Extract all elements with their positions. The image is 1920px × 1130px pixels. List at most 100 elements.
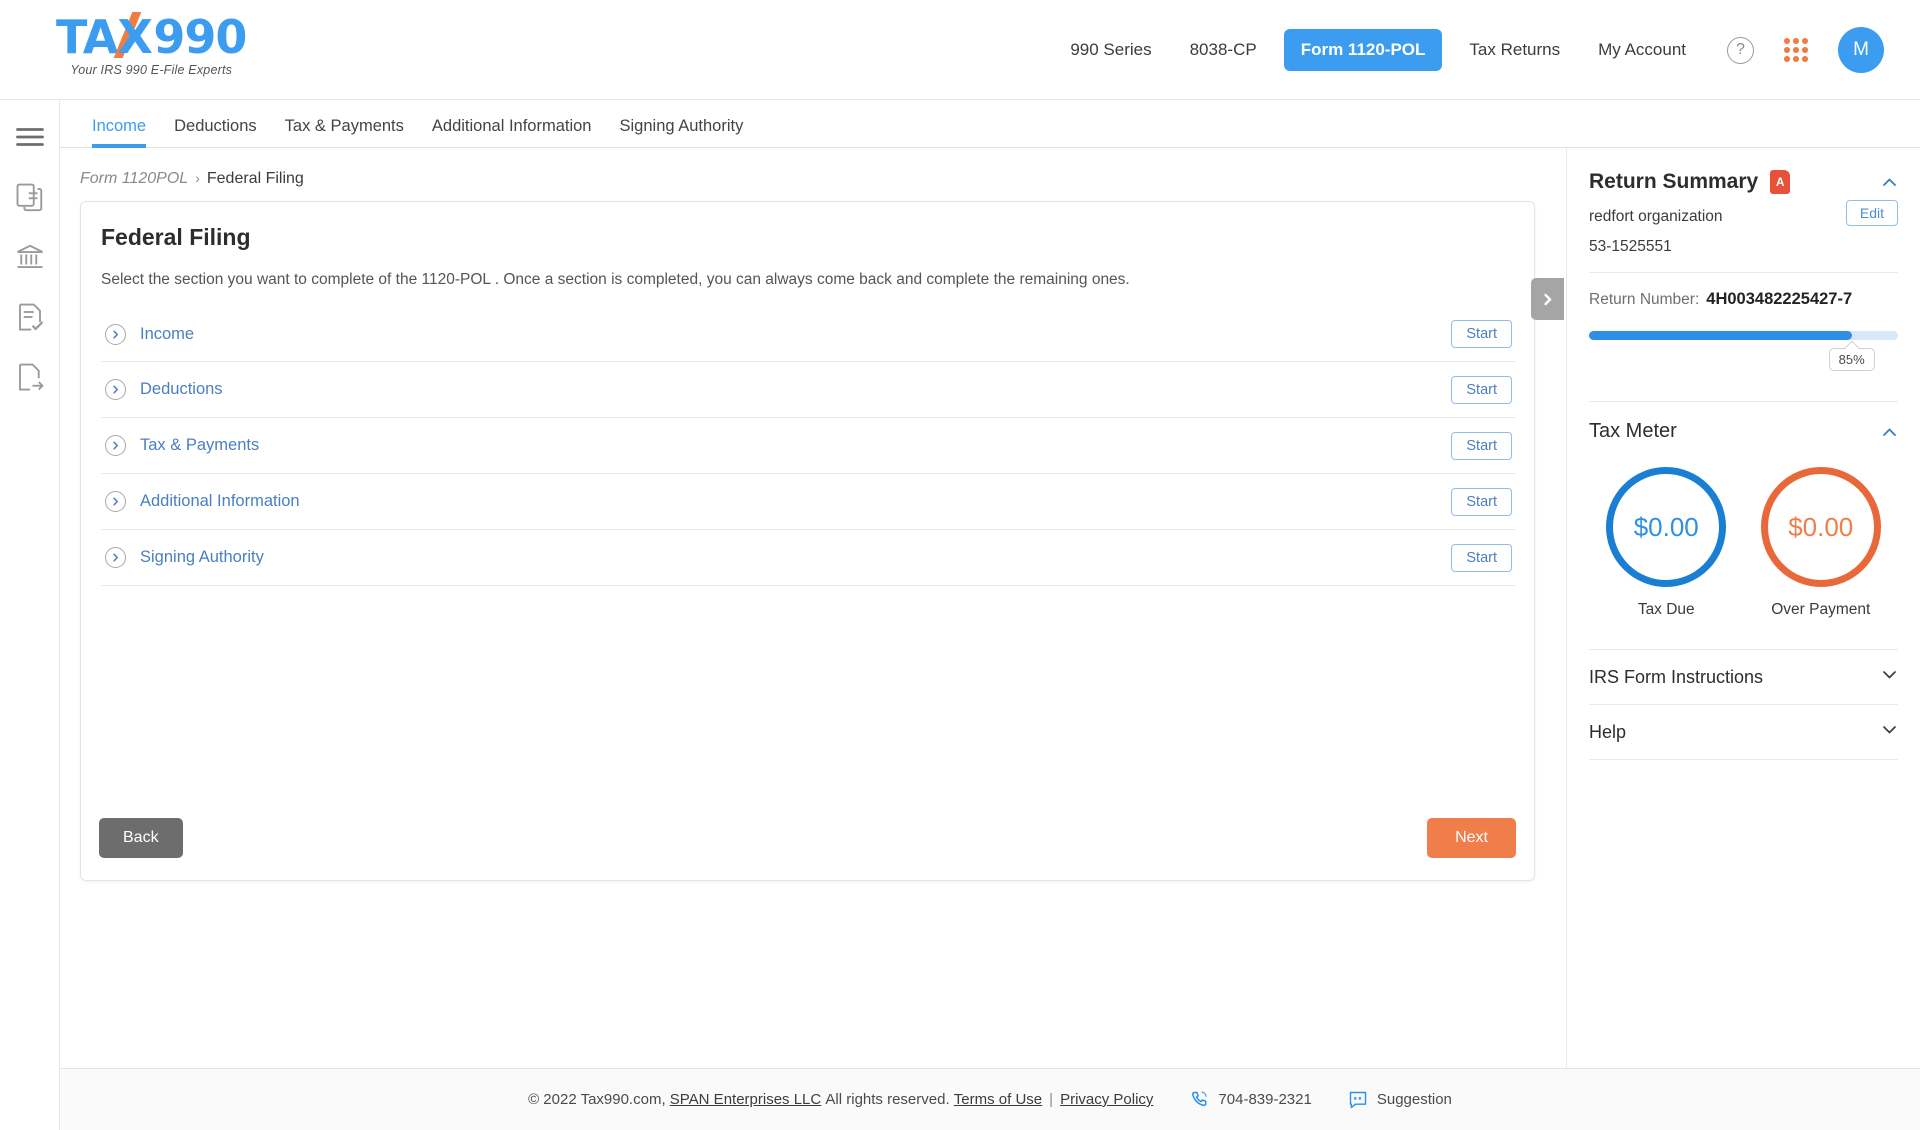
chevron-down-icon[interactable] bbox=[1881, 666, 1898, 688]
pdf-file-icon[interactable]: A bbox=[1770, 170, 1791, 194]
start-button[interactable]: Start bbox=[1451, 543, 1512, 572]
tax-due-label: Tax Due bbox=[1637, 601, 1695, 618]
footer-company-link[interactable]: SPAN Enterprises LLC bbox=[670, 1091, 821, 1108]
logo-text-b: 990 bbox=[153, 10, 247, 64]
return-number-value: 4H003482225427-7 bbox=[1706, 290, 1853, 308]
breadcrumb-current: Federal Filing bbox=[206, 170, 304, 187]
topnav-item-form-1120-pol[interactable]: Form 1120-POL bbox=[1283, 29, 1443, 71]
top-navigation: 990 Series 8038-CP Form 1120-POL Tax Ret… bbox=[1051, 0, 1884, 100]
breadcrumb-separator-icon: › bbox=[195, 170, 200, 186]
panel-accordions: IRS Form Instructions Help bbox=[1589, 649, 1898, 760]
return-summary-header: Return Summary A Edit bbox=[1589, 148, 1898, 226]
accordion-label: IRS Form Instructions bbox=[1589, 666, 1764, 687]
next-button[interactable]: Next bbox=[1427, 818, 1516, 858]
chevron-down-icon[interactable] bbox=[1881, 721, 1898, 743]
meter-tax-due: $0.00 Tax Due bbox=[1606, 467, 1727, 619]
federal-filing-card: Federal Filing Select the section you wa… bbox=[80, 201, 1535, 881]
grid-apps-icon[interactable] bbox=[1784, 38, 1808, 62]
breadcrumb-previous[interactable]: Form 1120POL bbox=[80, 170, 188, 187]
return-number-row: Return Number: 4H003482225427-7 bbox=[1589, 290, 1898, 309]
progress-fill bbox=[1589, 331, 1852, 340]
over-payment-ring: $0.00 bbox=[1760, 467, 1881, 587]
tax990-logo[interactable]: TA X 990 Your IRS 990 E-File Experts bbox=[56, 10, 247, 77]
chevron-right-circle-icon[interactable] bbox=[105, 379, 126, 400]
section-row-additional-information[interactable]: Additional Information Start bbox=[101, 474, 1516, 530]
footer-phone-number: 704-839-2321 bbox=[1218, 1091, 1312, 1108]
section-label[interactable]: Deductions bbox=[140, 380, 1451, 399]
footer-privacy-link[interactable]: Privacy Policy bbox=[1060, 1091, 1153, 1108]
section-list: Income Start Deductions Start Tax & Paym… bbox=[101, 306, 1516, 586]
chevron-right-circle-icon[interactable] bbox=[105, 547, 126, 568]
start-button[interactable]: Start bbox=[1451, 375, 1512, 404]
chevron-right-circle-icon[interactable] bbox=[105, 491, 126, 512]
meter-over-payment: $0.00 Over Payment bbox=[1760, 467, 1881, 619]
section-row-tax-and-payments[interactable]: Tax & Payments Start bbox=[101, 418, 1516, 474]
panel-collapse-handle[interactable] bbox=[1531, 278, 1564, 320]
tab-income[interactable]: Income bbox=[78, 117, 160, 148]
over-payment-label: Over Payment bbox=[1771, 601, 1871, 618]
chevron-up-icon[interactable] bbox=[1881, 424, 1898, 446]
section-row-deductions[interactable]: Deductions Start bbox=[101, 362, 1516, 418]
section-label[interactable]: Signing Authority bbox=[140, 548, 1451, 567]
footer-phone[interactable]: 704-839-2321 bbox=[1189, 1090, 1312, 1110]
documents-icon[interactable] bbox=[15, 182, 45, 212]
section-row-signing-authority[interactable]: Signing Authority Start bbox=[101, 530, 1516, 586]
section-label[interactable]: Income bbox=[140, 325, 1451, 344]
topnav-item-990-series[interactable]: 990 Series bbox=[1051, 40, 1170, 60]
section-row-income[interactable]: Income Start bbox=[101, 306, 1516, 362]
tax-meter-gauges: $0.00 Tax Due $0.00 Over Payment bbox=[1589, 467, 1898, 619]
tab-additional-information[interactable]: Additional Information bbox=[418, 117, 606, 147]
right-summary-panel: Return Summary A Edit redfort organizati… bbox=[1566, 148, 1920, 1068]
breadcrumb: Form 1120POL › Federal Filing bbox=[80, 170, 304, 188]
chevron-up-icon[interactable] bbox=[1881, 174, 1898, 191]
question-mark-icon[interactable]: ? bbox=[1727, 36, 1754, 64]
footer-suggestion[interactable]: Suggestion bbox=[1348, 1090, 1452, 1110]
tab-signing-authority[interactable]: Signing Authority bbox=[606, 117, 758, 147]
chevron-right-circle-icon[interactable] bbox=[105, 323, 126, 345]
chevron-right-icon bbox=[1544, 293, 1552, 305]
page-description: Select the section you want to complete … bbox=[101, 271, 1130, 288]
avatar[interactable]: M bbox=[1838, 27, 1884, 73]
completion-progress: 85% bbox=[1589, 331, 1898, 385]
tab-tax-and-payments[interactable]: Tax & Payments bbox=[271, 117, 418, 147]
tax-due-ring: $0.00 bbox=[1606, 467, 1727, 587]
page-footer: © 2022 Tax990.com, SPAN Enterprises LLC … bbox=[60, 1068, 1920, 1130]
form-section-tabs: Income Deductions Tax & Payments Additio… bbox=[60, 100, 1920, 148]
tax-meter-header: Tax Meter bbox=[1589, 402, 1898, 443]
start-button[interactable]: Start bbox=[1451, 320, 1512, 348]
tax-meter-title: Tax Meter bbox=[1589, 420, 1677, 442]
checklist-icon[interactable] bbox=[15, 302, 45, 332]
footer-divider: | bbox=[1049, 1091, 1054, 1108]
bank-institution-icon[interactable] bbox=[15, 242, 45, 272]
divider bbox=[1589, 272, 1898, 273]
accordion-irs-form-instructions[interactable]: IRS Form Instructions bbox=[1589, 649, 1898, 704]
start-button[interactable]: Start bbox=[1451, 431, 1512, 460]
back-button[interactable]: Back bbox=[99, 818, 183, 858]
page-title: Federal Filing bbox=[101, 224, 251, 250]
logo-tagline: Your IRS 990 E-File Experts bbox=[70, 63, 233, 77]
quote-suggestion-icon bbox=[1348, 1090, 1368, 1110]
tab-deductions[interactable]: Deductions bbox=[160, 117, 271, 147]
phone-icon bbox=[1189, 1090, 1209, 1110]
footer-rights: All rights reserved. bbox=[825, 1091, 950, 1108]
logo-wordmark: TA X 990 bbox=[56, 10, 247, 64]
footer-terms-link[interactable]: Terms of Use bbox=[954, 1091, 1042, 1108]
start-button[interactable]: Start bbox=[1451, 487, 1512, 516]
topnav-item-tax-returns[interactable]: Tax Returns bbox=[1450, 40, 1579, 60]
return-number-label: Return Number: bbox=[1589, 291, 1700, 308]
chevron-right-circle-icon[interactable] bbox=[105, 435, 126, 456]
progress-percent-badge: 85% bbox=[1828, 348, 1875, 371]
topnav-item-my-account[interactable]: My Account bbox=[1579, 40, 1705, 60]
organization-ein: 53-1525551 bbox=[1589, 238, 1672, 255]
edit-button[interactable]: Edit bbox=[1845, 200, 1898, 226]
hamburger-menu-icon[interactable] bbox=[15, 122, 45, 152]
progress-track bbox=[1589, 331, 1898, 340]
section-label[interactable]: Tax & Payments bbox=[140, 436, 1451, 455]
application-window: TA X 990 Your IRS 990 E-File Experts 990… bbox=[0, 0, 1920, 1130]
top-header: TA X 990 Your IRS 990 E-File Experts 990… bbox=[0, 0, 1920, 100]
accordion-help[interactable]: Help bbox=[1589, 704, 1898, 760]
file-export-icon[interactable] bbox=[15, 362, 45, 392]
section-label[interactable]: Additional Information bbox=[140, 492, 1451, 511]
topnav-item-8038-cp[interactable]: 8038-CP bbox=[1171, 40, 1276, 60]
return-summary-title: Return Summary bbox=[1589, 170, 1759, 193]
